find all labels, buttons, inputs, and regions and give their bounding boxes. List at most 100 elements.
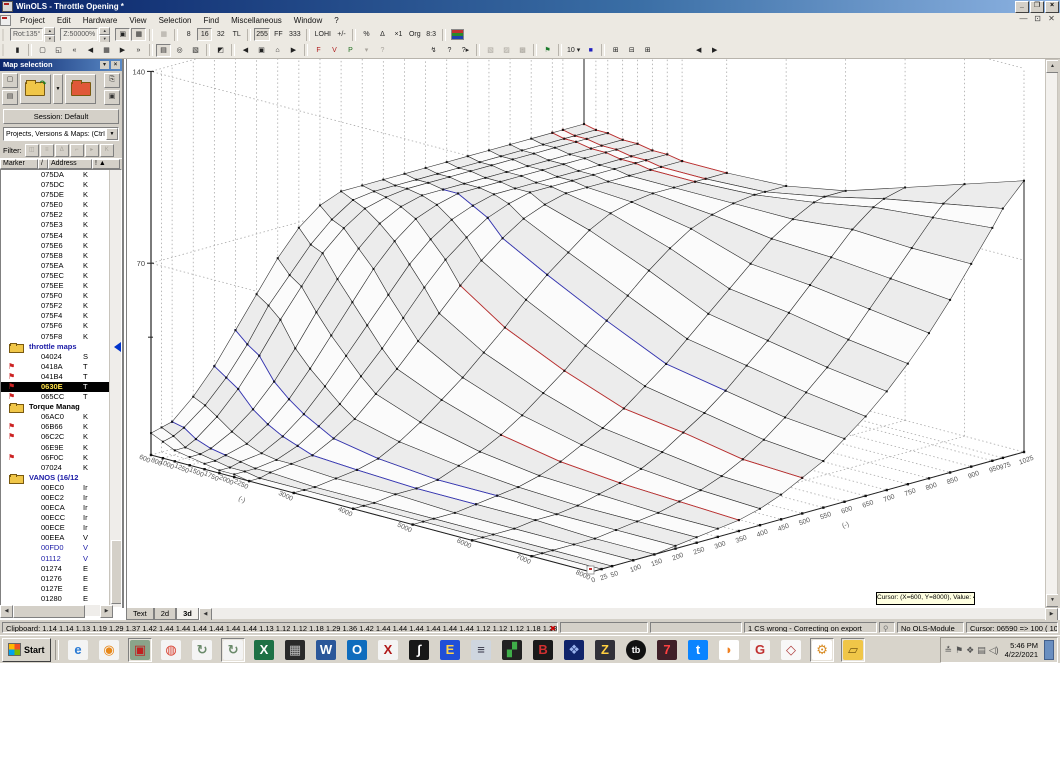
tab-right-button[interactable]: ▶ <box>707 43 723 57</box>
hscroll-thumb[interactable] <box>13 605 85 618</box>
precision-8-button[interactable]: 8 <box>181 28 197 41</box>
calculator-icon[interactable]: ≡ <box>469 638 493 662</box>
rotation-field-value[interactable]: Rot:135° <box>10 28 44 41</box>
open-project-dropdown[interactable]: ▼ <box>52 74 64 104</box>
original-button[interactable]: Org <box>406 28 423 41</box>
map-row[interactable]: ⚑ 06B66 K <box>1 422 121 432</box>
map-row[interactable]: 075F4 K <box>1 311 121 321</box>
filter-k-button[interactable]: K <box>99 144 114 157</box>
map-row[interactable]: 075DE K <box>1 190 121 200</box>
menu-selection[interactable]: Selection <box>153 15 198 26</box>
network-tray-icon[interactable]: ▤ <box>977 645 986 656</box>
open-project-button[interactable]: ↷ <box>20 74 51 104</box>
flag-tray-icon[interactable]: ⚑ <box>955 645 963 656</box>
split-h-button[interactable]: ⊞ <box>640 43 656 57</box>
map-row[interactable]: 075EA K <box>1 261 121 271</box>
diff-button[interactable]: ◩ <box>213 43 228 57</box>
map-list-hscrollbar[interactable]: ◀ ▶ <box>0 605 113 618</box>
help-button[interactable]: ? <box>442 43 457 57</box>
media-player-icon[interactable]: ◉ <box>97 638 121 662</box>
import-file-button[interactable] <box>65 74 97 104</box>
mdi-minimize-button[interactable]: — <box>1018 14 1029 23</box>
column-header-[interactable]: ! ▲ <box>92 159 120 169</box>
view-table-button[interactable]: ▦ <box>131 28 147 41</box>
map-row[interactable]: ⚑ 0630E T <box>1 381 121 393</box>
map-list-vscrollbar[interactable] <box>109 170 121 607</box>
view-split-button[interactable]: ▦ <box>156 28 172 41</box>
tab-3d[interactable]: 3d <box>176 608 199 620</box>
map-row[interactable]: 075E8 K <box>1 251 121 261</box>
filter-text-button[interactable]: ≡ <box>39 144 54 157</box>
factor-button[interactable]: ×1 <box>390 28 406 41</box>
help-what-button[interactable]: ? <box>375 43 390 57</box>
map-folder-row[interactable]: VANOS (16/12 <box>1 473 121 484</box>
thunderbird-icon[interactable]: t <box>686 638 710 662</box>
map-row[interactable]: 075EC K <box>1 271 121 281</box>
map-row[interactable]: 075E2 K <box>1 210 121 220</box>
toolbar-grip[interactable] <box>2 28 7 41</box>
zoom-field-up-icon[interactable]: ▲ <box>99 26 111 35</box>
map-row[interactable]: 075DA K <box>1 170 121 180</box>
red-x-app-icon[interactable]: X <box>376 638 400 662</box>
map-folder-row[interactable]: throttle maps <box>1 342 121 353</box>
map-grid-button[interactable]: ▦ <box>99 43 114 57</box>
map-row[interactable]: 075F8 K <box>1 332 121 342</box>
next-map-button[interactable]: ▶ <box>115 43 130 57</box>
clipboard-clear-icon[interactable]: ✖ <box>550 623 556 632</box>
sync-icon[interactable]: ↻ <box>190 638 214 662</box>
maximize-button[interactable]: ❐ <box>1030 1 1044 13</box>
home-button[interactable]: ⌂ <box>270 43 285 57</box>
map-row[interactable]: 075F0 K <box>1 291 121 301</box>
map-row[interactable]: 075E6 K <box>1 241 121 251</box>
menu-window[interactable]: Window <box>288 15 328 26</box>
signature-app-icon[interactable]: ∫ <box>407 638 431 662</box>
map-row[interactable]: 01112 V <box>1 554 121 564</box>
add-version-button[interactable]: ▣ <box>104 90 121 105</box>
forward-button[interactable]: ▶ <box>286 43 301 57</box>
close-button[interactable]: × <box>1045 1 1059 13</box>
shield-app-icon[interactable]: ◗ <box>717 638 741 662</box>
tb-app-icon[interactable]: tb <box>624 638 648 662</box>
menu-view[interactable]: View <box>123 15 152 26</box>
hex-button[interactable]: FF <box>270 28 286 41</box>
context-help-button[interactable]: ?▸ <box>458 43 473 57</box>
pe-explorer-icon[interactable]: E <box>438 638 462 662</box>
updates-tray-icon[interactable]: ≛ <box>944 645 952 656</box>
menu-find[interactable]: Find <box>198 15 226 26</box>
toolbar-grip[interactable] <box>2 44 7 56</box>
map-row[interactable]: 00ECC Ir <box>1 513 121 523</box>
map-row[interactable]: ⚑ 0418A T <box>1 362 121 372</box>
org-compare-button[interactable]: 8:3 <box>423 28 439 41</box>
lightning-app-icon[interactable]: Z <box>593 638 617 662</box>
map-selection-toggle[interactable]: ▤ <box>156 43 171 57</box>
percent-button[interactable]: % <box>358 28 374 41</box>
scope-selector[interactable]: Projects, Versions & Maps: (Ctrl ▼ <box>3 127 119 141</box>
split-v-button[interactable]: ⊟ <box>624 43 640 57</box>
zoom-level-select[interactable]: 10 ▾ <box>565 43 583 57</box>
color-legend-button[interactable] <box>448 28 466 41</box>
road-sign-icon[interactable]: ▣ <box>128 637 153 662</box>
panel-menu-button[interactable]: ▾ <box>100 61 109 69</box>
map-row[interactable]: 01276 E <box>1 574 121 584</box>
surface-3d-chart[interactable]: 7014060080010001250150017502000225030004… <box>127 0 1046 608</box>
hscroll-track[interactable] <box>212 608 1045 619</box>
scroll-left-icon[interactable]: ◀ <box>0 605 13 618</box>
map-app-icon[interactable]: ▞ <box>500 638 524 662</box>
chart-vscrollbar[interactable]: ▲ ▼ <box>1045 59 1059 608</box>
map-folder-row[interactable]: Torque Manag <box>1 402 121 414</box>
checkered-flag-button[interactable]: ⚑ <box>540 43 555 57</box>
map-row[interactable]: 075E0 K <box>1 200 121 210</box>
car-button[interactable]: ▣ <box>254 43 269 57</box>
map-row[interactable]: 00ECE Ir <box>1 523 121 533</box>
lohi-button[interactable]: LOHI <box>312 28 333 41</box>
seven-app-icon[interactable]: 7 <box>655 638 679 662</box>
map-row[interactable]: 00EC2 Ir <box>1 493 121 503</box>
project-button[interactable]: P <box>343 43 358 57</box>
internet-explorer-icon[interactable]: e <box>66 638 90 662</box>
version-button[interactable]: V <box>327 43 342 57</box>
session-button[interactable]: Session: Default <box>3 109 119 124</box>
filter-delta-button[interactable]: Δ <box>54 144 69 157</box>
menu-project[interactable]: Project <box>14 15 51 26</box>
tab-text[interactable]: Text <box>126 608 154 620</box>
map-row[interactable]: 01274 E <box>1 564 121 574</box>
